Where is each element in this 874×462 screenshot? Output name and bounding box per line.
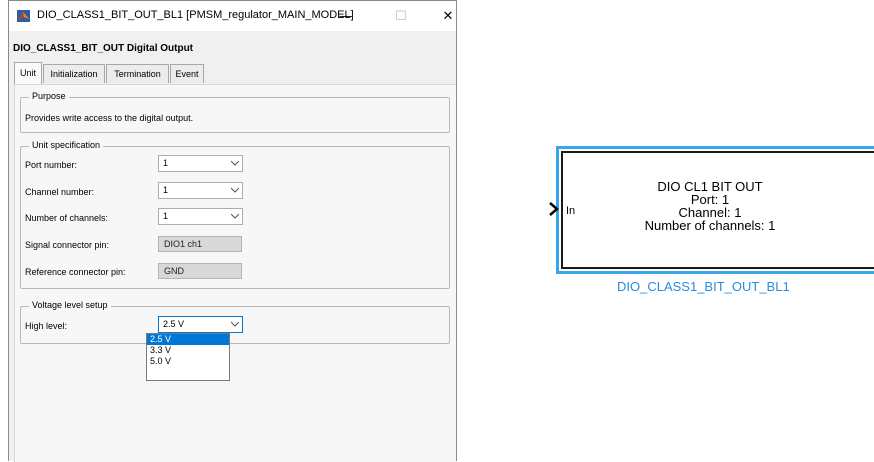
chevron-down-icon [231, 187, 239, 193]
number-of-channels-value: 1 [163, 211, 169, 221]
channel-number-value: 1 [163, 185, 169, 195]
port-number-value: 1 [163, 158, 169, 168]
port-number-select[interactable]: 1 [158, 155, 243, 172]
chevron-down-icon [231, 321, 239, 327]
matlab-app-icon [17, 10, 30, 22]
reference-connector-pin-label: Reference connector pin: [25, 267, 126, 277]
dropdown-option[interactable]: 2.5 V [147, 334, 229, 345]
unit-specification-legend: Unit specification [29, 140, 104, 150]
channel-number-label: Channel number: [25, 187, 95, 197]
input-port-arrow-icon[interactable] [548, 202, 560, 216]
channel-number-select[interactable]: 1 [158, 182, 243, 199]
tab-event[interactable]: Event [170, 64, 204, 83]
signal-connector-pin-label: Signal connector pin: [25, 240, 110, 250]
simulink-block-name[interactable]: DIO_CLASS1_BIT_OUT_BL1 [617, 279, 790, 294]
window-title: DIO_CLASS1_BIT_OUT_BL1 [PMSM_regulator_M… [37, 9, 354, 21]
purpose-group: Purpose Provides write access to the dig… [20, 91, 450, 133]
high-level-value: 2.5 V [163, 319, 185, 329]
maximize-button[interactable]: ☐ [391, 7, 411, 25]
dropdown-option[interactable]: 5.0 V [147, 356, 229, 367]
block-parameters-dialog: DIO_CLASS1_BIT_OUT_BL1 [PMSM_regulator_M… [8, 0, 457, 462]
number-of-channels-select[interactable]: 1 [158, 208, 243, 225]
block-heading: DIO_CLASS1_BIT_OUT Digital Output [13, 43, 194, 54]
dropdown-option[interactable]: 3.3 V [147, 345, 229, 356]
port-number-label: Port number: [25, 160, 78, 170]
block-line-4: Number of channels: 1 [644, 218, 776, 233]
purpose-legend: Purpose [29, 91, 69, 101]
number-of-channels-label: Number of channels: [25, 213, 109, 223]
input-port-label: In [566, 205, 576, 217]
simulink-block-text: DIO CL1 BIT OUT Port: 1 Channel: 1 Numbe… [600, 180, 820, 232]
reference-connector-pin-field: GND [158, 263, 242, 279]
voltage-level-group: Voltage level setup High level: 2.5 V [20, 300, 450, 344]
chevron-down-icon [231, 160, 239, 166]
tab-termination[interactable]: Termination [106, 64, 169, 83]
minimize-button[interactable]: — [336, 7, 356, 25]
title-bar[interactable]: DIO_CLASS1_BIT_OUT_BL1 [PMSM_regulator_M… [9, 1, 456, 31]
high-level-dropdown-list: 2.5 V 3.3 V 5.0 V [146, 333, 230, 381]
tab-initialization[interactable]: Initialization [43, 64, 105, 83]
high-level-select[interactable]: 2.5 V [158, 316, 243, 333]
unit-tab-panel: Purpose Provides write access to the dig… [14, 84, 456, 462]
close-button[interactable]: ✕ [438, 7, 458, 25]
chevron-down-icon [231, 213, 239, 219]
tab-unit[interactable]: Unit [14, 62, 42, 84]
voltage-level-legend: Voltage level setup [29, 300, 111, 310]
purpose-text: Provides write access to the digital out… [25, 113, 194, 123]
signal-connector-pin-field: DIO1 ch1 [158, 236, 242, 252]
unit-specification-group: Unit specification Port number: 1 Channe… [20, 140, 450, 289]
high-level-label: High level: [25, 321, 68, 331]
